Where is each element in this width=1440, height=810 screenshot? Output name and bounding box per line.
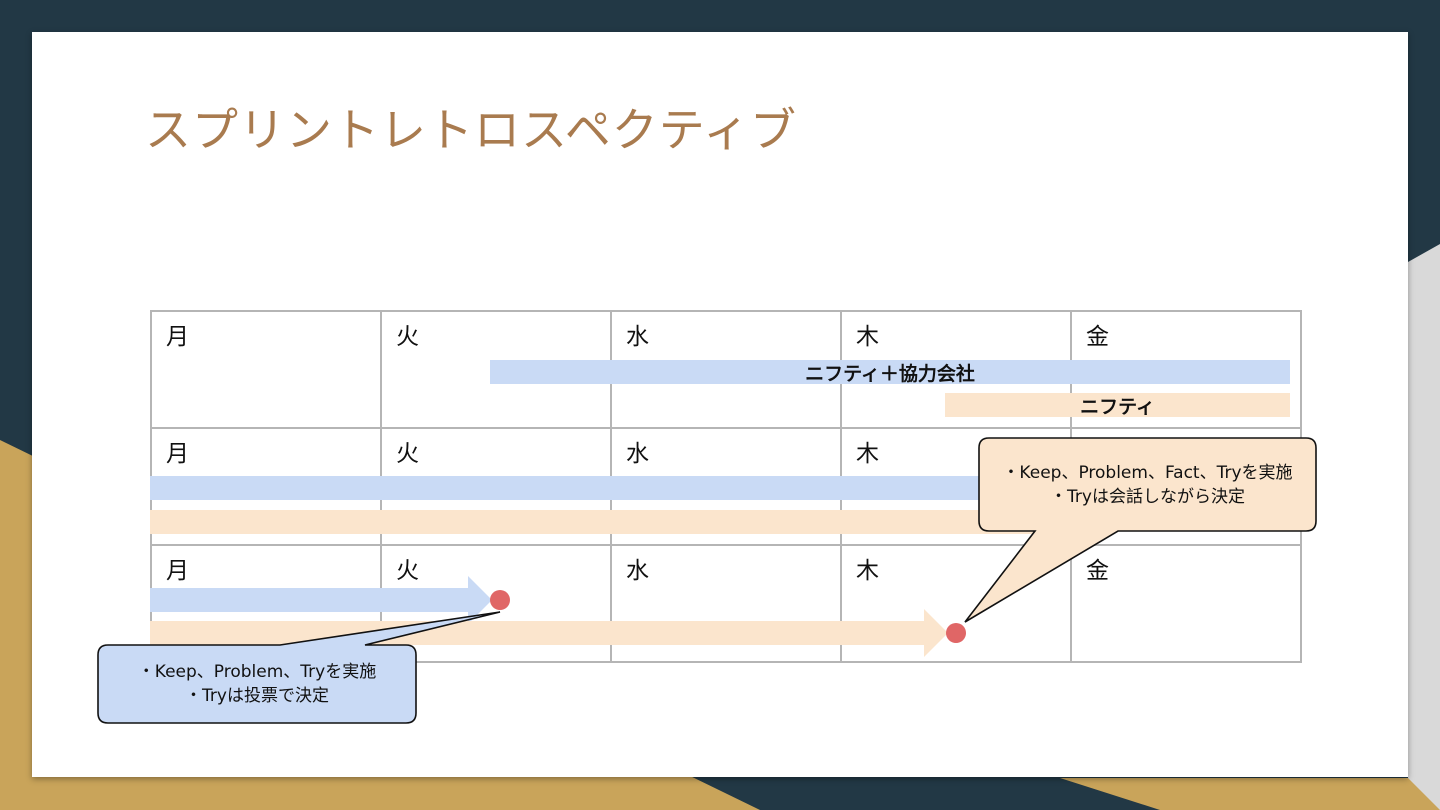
team-bar-partners-label: ニフティ＋協力会社 [805,362,975,385]
day-label: 水 [626,324,649,350]
day-cell: 火 [380,544,612,663]
day-cell: 木 [840,544,1072,663]
callout-orange-line-1: ・Keep、Problem、Fact、Tryを実施 [1002,463,1293,483]
day-cell: 月 [150,310,382,429]
day-cell: 金 [1070,544,1302,663]
day-label: 金 [1086,324,1109,350]
day-label: 木 [856,324,879,350]
callout-orange-line-2: ・Tryは会話しながら決定 [1050,487,1245,507]
day-label: 金 [1086,558,1109,584]
row2-orange-bar [150,510,1050,534]
callout-blue-text: ・Keep、Problem、Tryを実施 ・Tryは投票で決定 [98,660,416,708]
team-bar-partners: ニフティ＋協力会社 [490,360,1290,385]
row2-blue-bar [150,476,1050,500]
team-bar-nifty-label: ニフティ [1080,395,1155,418]
day-cell: 月 [150,544,382,663]
day-label: 月 [166,441,189,467]
slide-title: スプリントレトロスペクティブ [145,103,798,157]
day-label: 火 [396,324,419,350]
team-bar-nifty: ニフティ [945,393,1290,418]
day-label: 火 [396,441,419,467]
slide: スプリントレトロスペクティブ 月 火 水 木 金 月 火 水 木 金 月 火 水… [32,32,1408,777]
day-label: 水 [626,441,649,467]
day-label: 月 [166,324,189,350]
grey-background-shape [1408,244,1440,810]
callout-orange-text: ・Keep、Problem、Fact、Tryを実施 ・Tryは会話しながら決定 [979,461,1316,509]
day-cell: 水 [610,544,842,663]
week-row-3: 月 火 水 木 金 [150,544,1302,663]
day-label: 月 [166,558,189,584]
callout-blue-line-2: ・Tryは投票で決定 [185,686,329,706]
day-label: 水 [626,558,649,584]
day-label: 木 [856,558,879,584]
gold-background-shape-right [1060,778,1440,810]
day-label: 火 [396,558,419,584]
callout-blue-line-1: ・Keep、Problem、Tryを実施 [137,662,377,682]
